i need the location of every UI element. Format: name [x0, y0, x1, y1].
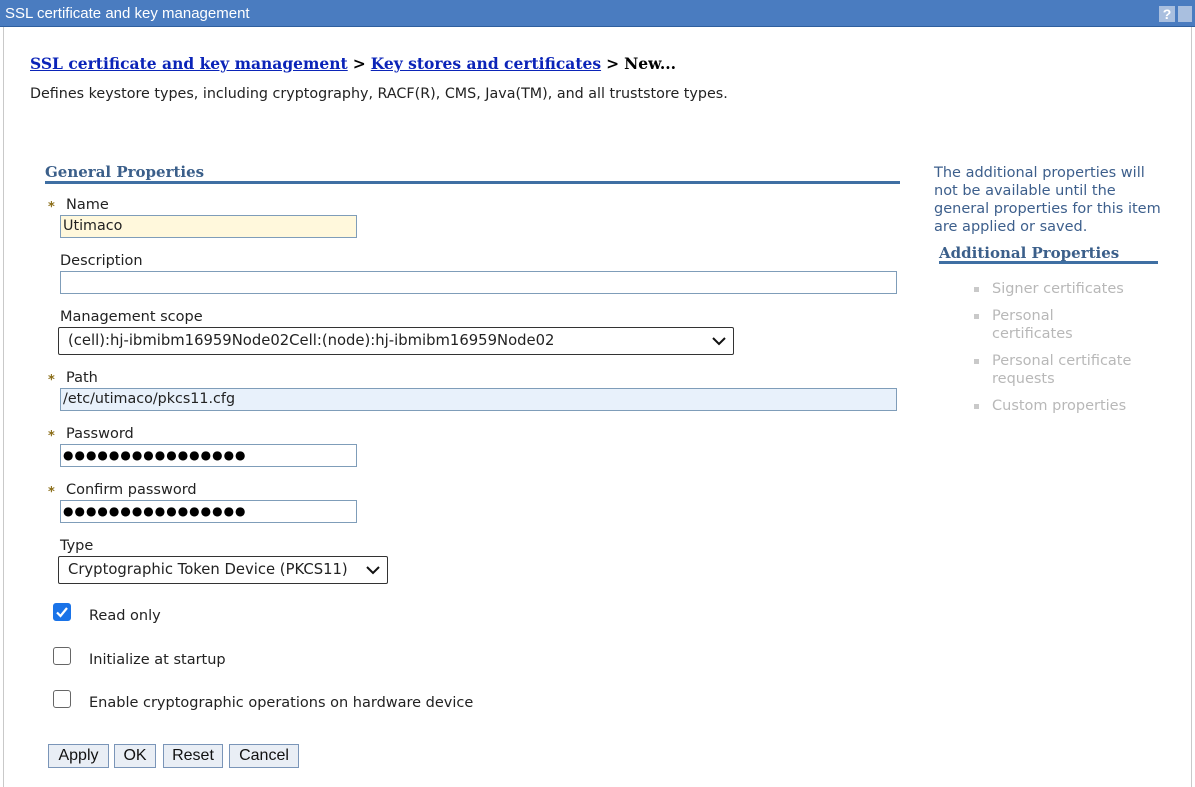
chevron-down-icon [712, 337, 726, 346]
required-marker: * [48, 485, 55, 500]
breadcrumb-separator: > [352, 54, 366, 73]
confirm-password-label: Confirm password [66, 482, 197, 498]
enable-crypto-operations-label: Enable cryptographic operations on hardw… [89, 695, 474, 711]
chevron-down-icon [366, 566, 380, 575]
general-properties-rule [45, 181, 900, 184]
general-properties-heading: General Properties [45, 163, 205, 181]
path-field[interactable]: /etc/utimaco/pkcs11.cfg [60, 388, 897, 411]
breadcrumb-separator: > [606, 54, 620, 73]
bullet-icon [974, 404, 979, 409]
window-scroll-stub [1178, 6, 1192, 22]
ok-button[interactable]: OK [114, 744, 156, 768]
type-label: Type [60, 538, 94, 554]
additional-properties-rule [939, 261, 1158, 264]
initialize-at-startup-label: Initialize at startup [89, 652, 226, 668]
enable-crypto-operations-checkbox[interactable] [53, 690, 71, 708]
description-label: Description [60, 253, 143, 269]
bullet-icon [974, 287, 979, 292]
required-marker: * [48, 200, 55, 215]
help-icon[interactable]: ? [1159, 6, 1175, 22]
type-select[interactable]: Cryptographic Token Device (PKCS11) [58, 556, 388, 584]
page-description: Defines keystore types, including crypto… [30, 86, 728, 102]
checkmark-icon [56, 607, 68, 618]
management-scope-label: Management scope [60, 309, 203, 325]
breadcrumb-link-key-stores[interactable]: Key stores and certificates [371, 54, 601, 73]
side-item-label: Custom properties [992, 398, 1127, 414]
management-scope-select[interactable]: (cell):hj-ibmibm16959Node02Cell:(node):h… [58, 327, 734, 355]
reset-button[interactable]: Reset [163, 744, 223, 768]
breadcrumb-link-ssl-management[interactable]: SSL certificate and key management [30, 54, 348, 73]
window-title: SSL certificate and key management [5, 5, 250, 22]
side-item-label: Personal certificates [992, 308, 1073, 342]
cancel-button[interactable]: Cancel [229, 744, 299, 768]
password-field[interactable]: ●●●●●●●●●●●●●●●● [60, 444, 357, 467]
path-label: Path [66, 370, 98, 386]
type-value: Cryptographic Token Device (PKCS11) [68, 561, 348, 578]
management-scope-value: (cell):hj-ibmibm16959Node02Cell:(node):h… [68, 332, 555, 349]
confirm-password-field[interactable]: ●●●●●●●●●●●●●●●● [60, 500, 357, 523]
read-only-checkbox[interactable] [53, 603, 71, 621]
bullet-icon [974, 359, 979, 364]
name-label: Name [66, 197, 109, 213]
side-item-label: Personal certificate requests [992, 353, 1132, 387]
password-label: Password [66, 426, 134, 442]
side-item-label: Signer certificates [992, 281, 1124, 297]
required-marker: * [48, 373, 55, 388]
bullet-icon [974, 314, 979, 319]
breadcrumb: SSL certificate and key management > Key s… [30, 54, 676, 73]
apply-button[interactable]: Apply [48, 744, 109, 768]
required-marker: * [48, 429, 55, 444]
read-only-label: Read only [89, 608, 161, 624]
breadcrumb-current: New... [624, 54, 677, 73]
description-field[interactable] [60, 271, 897, 294]
additional-properties-note: The additional properties will not be av… [934, 165, 1161, 235]
additional-properties-heading: Additional Properties [939, 244, 1120, 262]
initialize-at-startup-checkbox[interactable] [53, 647, 71, 665]
window-title-bar: SSL certificate and key management ? [0, 0, 1195, 27]
name-field[interactable]: Utimaco [60, 215, 357, 238]
